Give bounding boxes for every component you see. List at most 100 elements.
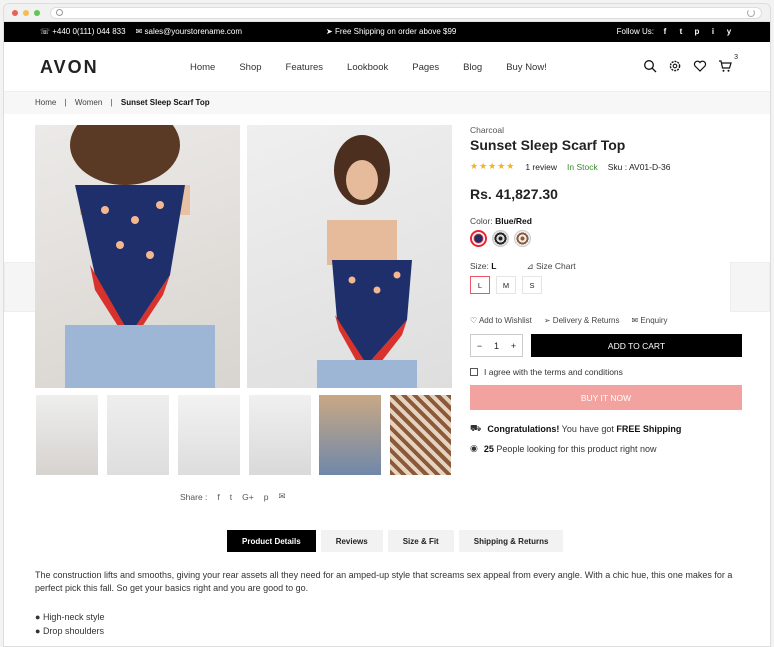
share-label: Share :	[180, 491, 208, 502]
product-image-main[interactable]	[35, 125, 240, 388]
pinterest-icon[interactable]: p	[264, 492, 269, 502]
mail-icon: ✉	[631, 316, 639, 325]
reload-icon[interactable]	[747, 9, 755, 17]
breadcrumb-home[interactable]: Home	[35, 98, 56, 107]
search-icon[interactable]	[643, 59, 657, 73]
cart-icon[interactable]: 3	[718, 54, 738, 73]
feature-list: ● High-neck style ● Drop shoulders	[35, 610, 104, 638]
logo[interactable]: AVON	[40, 57, 99, 78]
phone-text: +440 0(111) 044 833	[52, 27, 126, 36]
terms-label[interactable]: I agree with the terms and conditions	[484, 367, 623, 377]
swatch-leopard[interactable]	[514, 230, 531, 247]
swatch-blue-red[interactable]	[470, 230, 487, 247]
nav-blog[interactable]: Blog	[463, 62, 482, 73]
terms-checkbox[interactable]	[470, 368, 478, 376]
color-label: Color: Blue/Red	[470, 216, 742, 226]
nav-lookbook[interactable]: Lookbook	[347, 62, 388, 73]
thumbnail[interactable]	[389, 394, 452, 476]
product-info: Charcoal Sunset Sleep Scarf Top ★★★★★ 1 …	[470, 125, 742, 454]
minimize-window-button[interactable]	[23, 10, 29, 16]
shipping-text: Free Shipping on order above $99	[334, 27, 457, 36]
heart-icon[interactable]	[693, 59, 707, 73]
youtube-icon[interactable]: y	[724, 27, 734, 36]
sku: Sku : AV01-D-36	[608, 162, 671, 172]
twitter-icon[interactable]: t	[676, 27, 686, 36]
qty-increase-button[interactable]: +	[511, 341, 516, 351]
twitter-icon[interactable]: t	[230, 492, 232, 502]
facebook-icon[interactable]: f	[660, 27, 670, 36]
enquiry-link[interactable]: ✉ Enquiry	[631, 316, 667, 325]
buy-now-button[interactable]: BUY IT NOW	[470, 385, 742, 410]
tab-size-fit[interactable]: Size & Fit	[387, 530, 454, 552]
list-item: ● High-neck style	[35, 612, 105, 622]
product-page: Share : f t G+ p ✉ Charcoal Sunset Sleep…	[4, 114, 770, 644]
nav-home[interactable]: Home	[190, 62, 215, 73]
stock-status: In Stock	[567, 161, 598, 172]
free-shipping-notice: ⛟ Congratulations! You have got FREE Shi…	[470, 423, 742, 435]
quantity-stepper: − 1 +	[470, 334, 523, 357]
pinterest-icon[interactable]: p	[692, 27, 702, 36]
main-nav: Home Shop Features Lookbook Pages Blog B…	[190, 62, 571, 73]
enquiry-text: Enquiry	[640, 316, 668, 325]
product-image-secondary[interactable]	[247, 125, 452, 388]
follow-label: Follow Us:	[616, 27, 654, 36]
nav-features[interactable]: Features	[286, 62, 324, 73]
breadcrumb: Home | Women | Sunset Sleep Scarf Top	[4, 92, 770, 114]
list-item: ● Drop shoulders	[35, 626, 104, 636]
breadcrumb-separator: |	[110, 98, 113, 107]
tab-shipping-returns[interactable]: Shipping & Returns	[458, 530, 564, 552]
site-header: AVON Home Shop Features Lookbook Pages B…	[4, 42, 770, 92]
google-plus-icon[interactable]: G+	[242, 492, 254, 502]
wishlist-text: Add to Wishlist	[478, 316, 532, 325]
size-chart-link[interactable]: ⊿ Size Chart	[526, 261, 575, 272]
color-value: Blue/Red	[495, 216, 532, 226]
size-label: Size:	[470, 261, 489, 271]
top-bar: ☏ +440 0(111) 044 833 ✉ sales@yourstoren…	[4, 22, 770, 42]
thumbnail[interactable]	[106, 394, 170, 476]
nav-shop[interactable]: Shop	[239, 62, 261, 73]
qty-decrease-button[interactable]: −	[477, 341, 482, 351]
shipping-notice: ➤ Free Shipping on order above $99	[326, 27, 457, 36]
maximize-window-button[interactable]	[34, 10, 40, 16]
sku-label: Sku :	[607, 161, 628, 172]
list-item-text: Drop shoulders	[42, 626, 104, 636]
size-option-s[interactable]: S	[522, 276, 542, 294]
address-bar[interactable]	[50, 7, 762, 19]
delivery-returns-link[interactable]: ➢ Delivery & Returns	[544, 316, 620, 325]
size-option-l[interactable]: L	[470, 276, 490, 294]
delivery-text: Delivery & Returns	[552, 316, 620, 325]
email-icon[interactable]: ✉	[278, 491, 285, 502]
truck-icon: ⛟	[470, 423, 482, 433]
product-description: The construction lifts and smooths, givi…	[35, 570, 733, 593]
rating-stars[interactable]: ★★★★★	[470, 161, 515, 172]
sku-value: AV01-D-36	[629, 161, 671, 172]
breadcrumb-women[interactable]: Women	[75, 98, 102, 107]
thumbnail[interactable]	[318, 394, 382, 476]
thumbnail[interactable]	[35, 394, 99, 476]
send-icon: ➢	[543, 316, 551, 325]
review-count[interactable]: 1 review	[525, 162, 557, 172]
wishlist-link[interactable]: ♡ Add to Wishlist	[470, 316, 532, 325]
tab-reviews[interactable]: Reviews	[320, 530, 383, 552]
qty-value[interactable]: 1	[494, 341, 499, 351]
email-contact[interactable]: ✉ sales@yourstorename.com	[136, 27, 242, 36]
viewers-count: 25	[483, 443, 494, 454]
swatch-black-white[interactable]	[492, 230, 509, 247]
ruler-icon: ⊿	[526, 261, 534, 271]
browser-window: ☏ +440 0(111) 044 833 ✉ sales@yourstoren…	[3, 3, 771, 647]
phone-contact[interactable]: ☏ +440 0(111) 044 833	[40, 27, 126, 36]
product-brand[interactable]: Charcoal	[470, 125, 742, 135]
nav-pages[interactable]: Pages	[412, 62, 439, 73]
gear-icon[interactable]	[668, 59, 682, 73]
size-option-m[interactable]: M	[496, 276, 516, 294]
close-window-button[interactable]	[12, 10, 18, 16]
thumbnail[interactable]	[248, 394, 312, 476]
add-to-cart-button[interactable]: ADD TO CART	[531, 334, 742, 357]
facebook-icon[interactable]: f	[217, 492, 219, 502]
nav-buy-now[interactable]: Buy Now!	[506, 62, 547, 73]
thumbnail[interactable]	[177, 394, 241, 476]
instagram-icon[interactable]: i	[708, 27, 718, 36]
tab-product-details[interactable]: Product Details	[227, 530, 316, 552]
cart-count: 3	[734, 54, 738, 61]
size-chart-text: Size Chart	[535, 261, 576, 271]
